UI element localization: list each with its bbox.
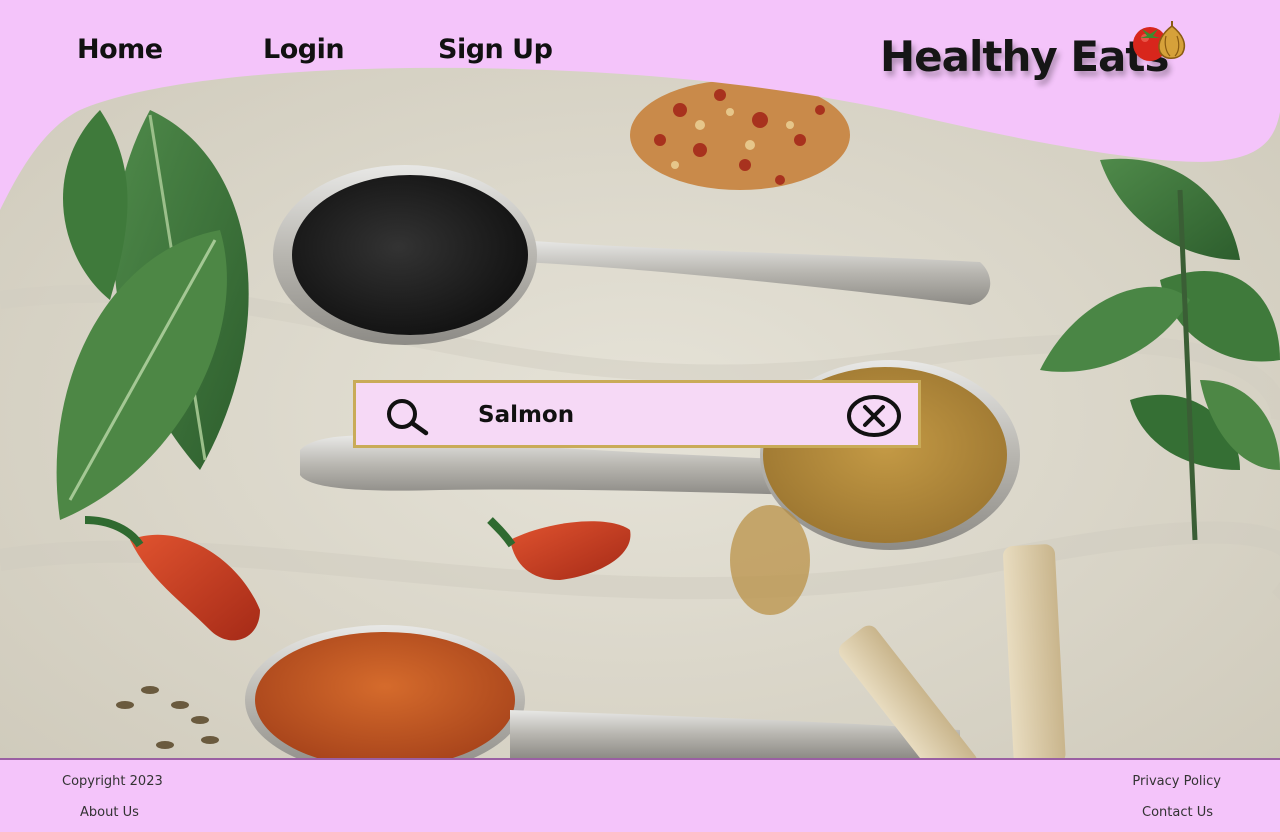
brand-name: Healthy Eats (880, 32, 1169, 81)
contact-us-link[interactable]: Contact Us (1142, 805, 1213, 820)
privacy-policy-link[interactable]: Privacy Policy (1132, 774, 1221, 789)
search-icon[interactable] (382, 397, 432, 437)
nav-signup-link[interactable]: Sign Up (438, 34, 553, 65)
page: Home Login Sign Up Healthy Eats Cop (0, 0, 1280, 832)
tomato-garlic-icon (1133, 21, 1186, 61)
clear-icon[interactable] (846, 394, 902, 438)
footer: Copyright 2023 About Us Privacy Policy C… (0, 758, 1280, 832)
nav-home-link[interactable]: Home (77, 34, 163, 65)
brand-logo[interactable]: Healthy Eats (880, 21, 1210, 92)
copyright-text: Copyright 2023 (62, 774, 163, 789)
about-us-link[interactable]: About Us (80, 805, 139, 820)
search-bar (353, 380, 921, 448)
nav-login-link[interactable]: Login (263, 34, 345, 65)
search-input[interactable] (478, 395, 828, 435)
